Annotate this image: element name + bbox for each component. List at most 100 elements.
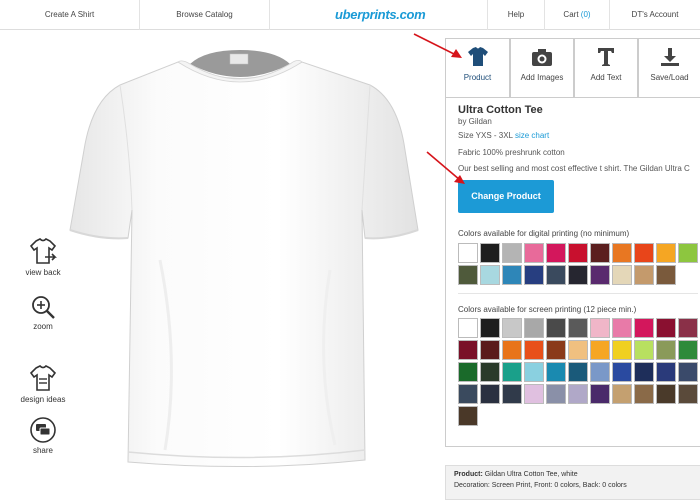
nav-cart[interactable]: Cart (0) bbox=[545, 0, 610, 30]
color-swatch[interactable] bbox=[458, 318, 478, 338]
color-swatch[interactable] bbox=[546, 340, 566, 360]
color-swatch[interactable] bbox=[480, 362, 500, 382]
size-chart-link[interactable]: size chart bbox=[515, 131, 549, 140]
view-back-label: view back bbox=[25, 268, 61, 277]
color-swatch[interactable] bbox=[612, 265, 632, 285]
color-swatch[interactable] bbox=[612, 340, 632, 360]
tab-add-images[interactable]: Add Images bbox=[510, 38, 574, 98]
color-swatch[interactable] bbox=[546, 318, 566, 338]
color-swatch[interactable] bbox=[568, 362, 588, 382]
color-swatch[interactable] bbox=[590, 243, 610, 263]
nav-help[interactable]: Help bbox=[487, 0, 545, 30]
color-swatch[interactable] bbox=[480, 318, 500, 338]
color-swatch[interactable] bbox=[634, 362, 654, 382]
product-title: Ultra Cotton Tee bbox=[458, 104, 543, 116]
color-swatch[interactable] bbox=[568, 318, 588, 338]
color-swatch[interactable] bbox=[678, 243, 698, 263]
color-swatch[interactable] bbox=[524, 340, 544, 360]
color-swatch[interactable] bbox=[568, 384, 588, 404]
color-swatch[interactable] bbox=[546, 384, 566, 404]
view-back-tool[interactable]: view back bbox=[8, 238, 78, 277]
uberprints-logo[interactable]: uberprints.com bbox=[335, 0, 426, 30]
color-swatch[interactable] bbox=[546, 362, 566, 382]
color-swatch[interactable] bbox=[656, 384, 676, 404]
color-swatch[interactable] bbox=[502, 384, 522, 404]
color-swatch[interactable] bbox=[656, 265, 676, 285]
color-swatch[interactable] bbox=[502, 362, 522, 382]
color-swatch[interactable] bbox=[612, 362, 632, 382]
color-swatch[interactable] bbox=[546, 243, 566, 263]
nav-account[interactable]: DT's Account bbox=[610, 0, 700, 30]
color-swatch[interactable] bbox=[634, 384, 654, 404]
color-swatch[interactable] bbox=[590, 340, 610, 360]
color-swatch[interactable] bbox=[634, 340, 654, 360]
color-swatch[interactable] bbox=[524, 265, 544, 285]
share-tool[interactable]: share bbox=[8, 416, 78, 455]
share-chat-icon bbox=[30, 417, 56, 443]
color-swatch[interactable] bbox=[568, 265, 588, 285]
color-swatch[interactable] bbox=[590, 265, 610, 285]
tab-add-text[interactable]: Add Text bbox=[574, 38, 638, 98]
color-swatch[interactable] bbox=[678, 362, 698, 382]
fabric-value: 100% preshrunk cotton bbox=[482, 148, 565, 157]
color-swatch[interactable] bbox=[502, 243, 522, 263]
size-label: Size bbox=[458, 131, 474, 140]
color-swatch[interactable] bbox=[458, 406, 478, 426]
color-swatch[interactable] bbox=[480, 340, 500, 360]
color-swatch[interactable] bbox=[458, 265, 478, 285]
tab-add-text-label: Add Text bbox=[590, 73, 622, 82]
tab-add-images-label: Add Images bbox=[520, 73, 564, 82]
zoom-tool[interactable]: zoom bbox=[8, 294, 78, 331]
summary-product-row: Product: Gildan Ultra Cotton Tee, white bbox=[454, 471, 692, 478]
summary-decoration-row: Decoration: Screen Print, Front: 0 color… bbox=[454, 482, 692, 489]
color-swatch[interactable] bbox=[678, 318, 698, 338]
color-swatch[interactable] bbox=[590, 362, 610, 382]
color-swatch[interactable] bbox=[568, 340, 588, 360]
color-swatch[interactable] bbox=[458, 362, 478, 382]
color-swatch[interactable] bbox=[524, 243, 544, 263]
color-swatch[interactable] bbox=[656, 243, 676, 263]
color-swatch[interactable] bbox=[546, 265, 566, 285]
color-swatch[interactable] bbox=[656, 362, 676, 382]
color-swatch[interactable] bbox=[502, 265, 522, 285]
nav-browse-catalog[interactable]: Browse Catalog bbox=[140, 0, 270, 30]
color-swatch[interactable] bbox=[458, 243, 478, 263]
color-swatch[interactable] bbox=[502, 340, 522, 360]
color-swatch[interactable] bbox=[590, 318, 610, 338]
color-swatch[interactable] bbox=[656, 340, 676, 360]
color-swatch[interactable] bbox=[524, 362, 544, 382]
design-ideas-tool[interactable]: design ideas bbox=[8, 365, 78, 404]
nav-create-a-shirt[interactable]: Create A Shirt bbox=[0, 0, 140, 30]
screen-colors-title: Colors available for screen printing (12… bbox=[458, 305, 637, 314]
product-description: Our best selling and most cost effective… bbox=[458, 164, 690, 173]
color-swatch[interactable] bbox=[480, 265, 500, 285]
color-swatch[interactable] bbox=[678, 340, 698, 360]
color-swatch[interactable] bbox=[612, 318, 632, 338]
red-arrow-annotation bbox=[426, 151, 465, 184]
top-navigation: Create A Shirt Browse Catalog uberprints… bbox=[0, 0, 700, 30]
color-swatch[interactable] bbox=[480, 384, 500, 404]
color-swatch[interactable] bbox=[568, 243, 588, 263]
color-swatch[interactable] bbox=[480, 243, 500, 263]
designer-tabs: Product Add Images Add Text Save/Load bbox=[445, 38, 700, 98]
color-swatch[interactable] bbox=[502, 318, 522, 338]
change-product-button[interactable]: Change Product bbox=[458, 180, 554, 213]
color-swatch[interactable] bbox=[634, 243, 654, 263]
color-swatch[interactable] bbox=[634, 318, 654, 338]
color-swatch[interactable] bbox=[612, 384, 632, 404]
color-swatch[interactable] bbox=[656, 318, 676, 338]
color-swatch[interactable] bbox=[524, 384, 544, 404]
share-label: share bbox=[32, 446, 53, 455]
cart-label: Cart bbox=[563, 10, 579, 19]
red-arrow-annotation bbox=[413, 33, 462, 58]
color-swatch[interactable] bbox=[590, 384, 610, 404]
color-swatch[interactable] bbox=[524, 318, 544, 338]
zoom-label: zoom bbox=[33, 322, 53, 331]
color-swatch[interactable] bbox=[458, 340, 478, 360]
tab-save-load[interactable]: Save/Load bbox=[638, 38, 700, 98]
color-swatch[interactable] bbox=[634, 265, 654, 285]
color-swatch[interactable] bbox=[678, 384, 698, 404]
color-swatch[interactable] bbox=[612, 243, 632, 263]
shirt-preview[interactable] bbox=[40, 40, 420, 480]
color-swatch[interactable] bbox=[458, 384, 478, 404]
